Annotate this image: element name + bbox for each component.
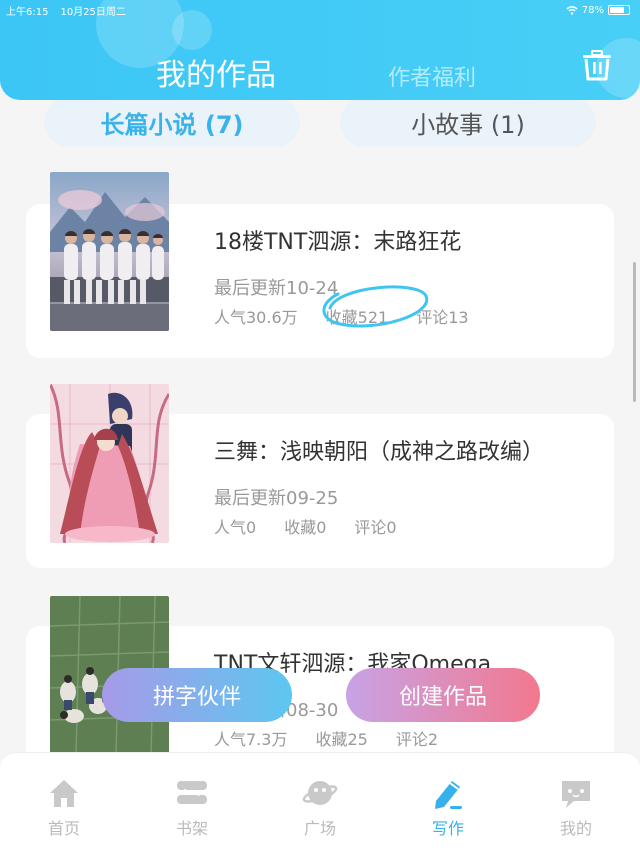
work-comments: 评论2 bbox=[395, 730, 439, 749]
work-favorites: 收藏25 bbox=[315, 730, 368, 749]
tab-label: 首页 bbox=[47, 819, 80, 838]
work-stats: 人气0 收藏0 评论0 bbox=[214, 514, 425, 538]
page-title[interactable]: 我的作品 bbox=[156, 50, 276, 94]
scrollbar[interactable] bbox=[633, 262, 636, 402]
profile-icon bbox=[562, 781, 590, 808]
tab-write[interactable]: 写作 bbox=[384, 753, 512, 854]
create-work-button[interactable]: 创建作品 bbox=[346, 668, 540, 722]
work-popularity: 人气7.3万 bbox=[214, 730, 288, 749]
work-comments: 评论0 bbox=[354, 518, 397, 537]
segment-short-story[interactable]: 小故事 (1) bbox=[340, 97, 596, 147]
tab-home[interactable]: 首页 bbox=[0, 753, 128, 854]
tab-author-welfare[interactable]: 作者福利 bbox=[388, 60, 476, 92]
tab-label: 我的 bbox=[559, 819, 592, 838]
wifi-icon bbox=[566, 6, 578, 15]
partner-button[interactable]: 拼字伙伴 bbox=[102, 668, 292, 722]
battery-percent: 78% bbox=[581, 4, 604, 16]
plaza-icon bbox=[302, 781, 338, 805]
tab-label: 书架 bbox=[175, 819, 208, 838]
status-bar: 上午6:15 10月25日周二 78% bbox=[6, 2, 630, 18]
tab-bar: 首页 书架 广场 写作 我的 bbox=[0, 752, 640, 854]
status-date: 10月25日周二 bbox=[60, 6, 126, 18]
work-favorites: 收藏0 bbox=[284, 518, 327, 537]
trash-icon[interactable] bbox=[580, 48, 614, 82]
tab-label: 写作 bbox=[431, 819, 464, 838]
tab-profile[interactable]: 我的 bbox=[512, 753, 640, 854]
header: 上午6:15 10月25日周二 78% 我的作品 作者福利 bbox=[0, 0, 640, 100]
work-updated: 最后更新09-25 bbox=[214, 488, 339, 509]
work-cover-image[interactable] bbox=[50, 172, 169, 331]
tab-plaza[interactable]: 广场 bbox=[256, 753, 384, 854]
segment-long-novel[interactable]: 长篇小说 (7) bbox=[44, 97, 300, 147]
write-icon bbox=[435, 781, 462, 809]
work-title: 18楼TNT泗源：末路狂花 bbox=[214, 230, 462, 255]
circle-annotation bbox=[322, 285, 429, 328]
work-stats: 人气7.3万 收藏25 评论2 bbox=[214, 726, 466, 750]
tab-label: 广场 bbox=[303, 819, 336, 838]
work-popularity: 人气30.6万 bbox=[214, 308, 298, 327]
home-icon bbox=[50, 780, 78, 807]
bookshelf-icon bbox=[177, 781, 207, 804]
work-popularity: 人气0 bbox=[214, 518, 257, 537]
work-cover-image[interactable] bbox=[50, 384, 169, 543]
work-title: 三舞：浅映朝阳（成神之路改编） bbox=[214, 440, 545, 465]
status-time: 上午6:15 bbox=[6, 6, 49, 18]
tab-bookshelf[interactable]: 书架 bbox=[128, 753, 256, 854]
battery-icon bbox=[608, 5, 630, 15]
